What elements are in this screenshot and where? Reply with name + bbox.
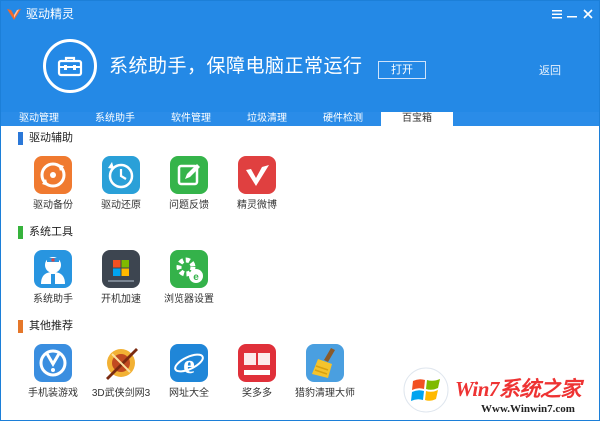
doctor-icon <box>34 250 72 288</box>
app-web-directory[interactable]: e 网址大全 <box>154 344 224 410</box>
app-clean-master[interactable]: 猎豹清理大师 <box>290 344 360 410</box>
lottery-icon <box>238 344 276 382</box>
app-mobile-game[interactable]: 手机装游戏 <box>18 344 88 410</box>
app-label: 驱动备份 <box>33 200 73 211</box>
section-marker <box>18 320 23 333</box>
banner-text: 系统助手，保障电脑正常运行 <box>109 56 363 77</box>
app-label: 浏览器设置 <box>164 294 214 305</box>
app-driver-restore[interactable]: 驱动还原 <box>86 156 156 222</box>
app-driver-backup[interactable]: 驱动备份 <box>18 156 88 222</box>
back-link[interactable]: 返回 <box>539 62 561 78</box>
app-window: 驱动精灵 系统助手，保障电脑正常运行 打开 返回 驱动管理 系统助手 软件管理 … <box>0 0 600 421</box>
app-label: 问题反馈 <box>169 200 209 211</box>
open-button[interactable]: 打开 <box>378 61 426 79</box>
app-label: 网址大全 <box>169 388 209 399</box>
app-label: 手机装游戏 <box>28 388 78 399</box>
app-jx3[interactable]: 3D武侠剑网3 <box>86 344 156 410</box>
app-boot-speed[interactable]: 开机加速 <box>86 250 156 316</box>
boot-speed-icon <box>102 250 140 288</box>
backup-icon <box>34 156 72 194</box>
tab-bar-filler <box>453 112 599 126</box>
tab-hardware-detection[interactable]: 硬件检测 <box>305 112 381 126</box>
app-title: 驱动精灵 <box>26 7 75 21</box>
watermark: Win7系统之家 Www.Winwin7.com <box>403 363 597 419</box>
browser-settings-icon: e <box>170 250 208 288</box>
weibo-icon <box>238 156 276 194</box>
section-title: 其他推荐 <box>29 320 73 332</box>
app-label: 系统助手 <box>33 294 73 305</box>
jx3-icon <box>102 344 140 382</box>
app-feedback[interactable]: 问题反馈 <box>154 156 224 222</box>
tab-driver-management[interactable]: 驱动管理 <box>1 112 77 126</box>
app-label: 猎豹清理大师 <box>295 388 355 399</box>
toolbox-icon <box>43 39 97 93</box>
restore-icon <box>102 156 140 194</box>
close-icon[interactable] <box>580 6 596 22</box>
broom-icon <box>306 344 344 382</box>
app-label: 3D武侠剑网3 <box>91 388 151 399</box>
watermark-title: Win7系统之家 <box>455 377 581 401</box>
app-label: 驱动还原 <box>101 200 141 211</box>
tab-system-assistant[interactable]: 系统助手 <box>77 112 153 126</box>
section-marker <box>18 132 23 145</box>
app-label: 精灵微博 <box>237 200 277 211</box>
section-marker <box>18 226 23 239</box>
tab-bar: 驱动管理 系统助手 软件管理 垃圾清理 硬件检测 百宝箱 <box>1 112 599 126</box>
tab-software-management[interactable]: 软件管理 <box>153 112 229 126</box>
app-weibo[interactable]: 精灵微博 <box>222 156 292 222</box>
app-label: 奖多多 <box>242 388 272 399</box>
feedback-icon <box>170 156 208 194</box>
app-label: 开机加速 <box>101 294 141 305</box>
section-title: 系统工具 <box>29 226 73 238</box>
mobile-game-icon <box>34 344 72 382</box>
ie-icon: e <box>170 344 208 382</box>
windows-logo-icon <box>403 367 449 413</box>
watermark-url: Www.Winwin7.com <box>481 403 575 415</box>
app-system-assistant[interactable]: 系统助手 <box>18 250 88 316</box>
header: 驱动精灵 系统助手，保障电脑正常运行 打开 返回 <box>1 1 599 112</box>
app-logo-icon <box>7 9 21 20</box>
tab-junk-cleanup[interactable]: 垃圾清理 <box>229 112 305 126</box>
tab-toolbox[interactable]: 百宝箱 <box>381 112 453 126</box>
app-lottery[interactable]: 奖多多 <box>222 344 292 410</box>
minimize-icon[interactable] <box>564 6 580 22</box>
menu-icon[interactable] <box>549 6 565 22</box>
svg-text:e: e <box>193 272 199 283</box>
section-title: 驱动辅助 <box>29 132 73 144</box>
app-browser-settings[interactable]: e 浏览器设置 <box>154 250 224 316</box>
